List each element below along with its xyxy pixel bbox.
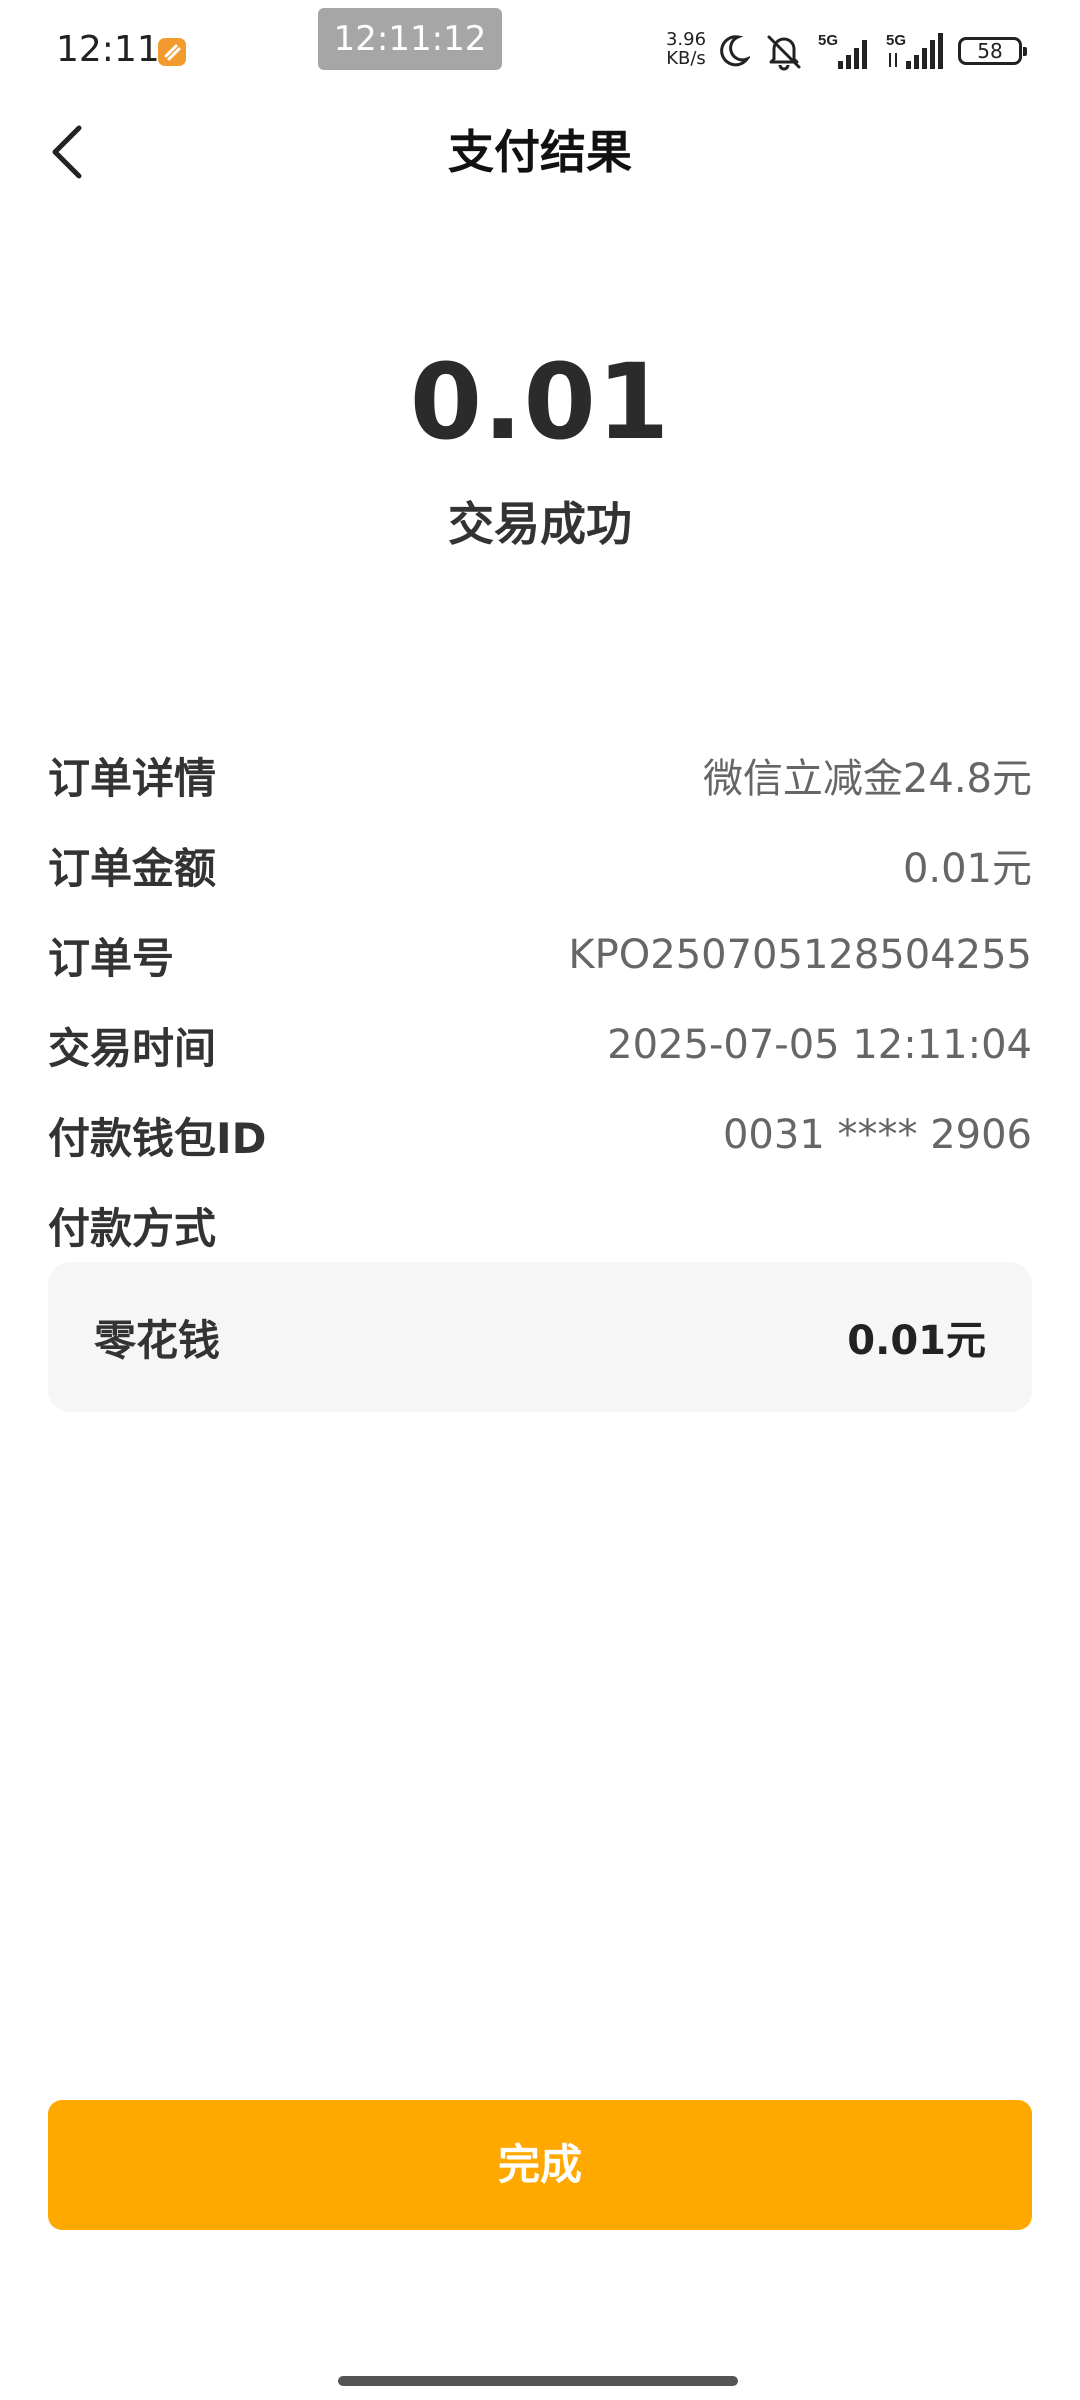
payment-method-name: 零花钱 [94,1315,221,1365]
screen-recording-timer: 12:11:12 [318,8,502,70]
detail-label: 交易时间 [48,1023,217,1073]
detail-value: 0031 **** 2906 [722,1112,1032,1158]
transaction-status: 交易成功 [448,497,632,551]
muted-bell-icon [767,35,801,71]
detail-row-transaction-time: 交易时间 2025-07-05 12:11:04 [48,1000,1032,1090]
signal-1-label: 5G [818,32,838,49]
battery-icon: 58 [958,37,1027,65]
detail-row-payment-method: 付款方式 [48,1180,1032,1270]
detail-row-order-number: 订单号 KPO250705128504255 [48,910,1032,1000]
detail-label: 付款方式 [48,1203,217,1253]
detail-value: 微信立减金24.8元 [702,756,1032,802]
network-speed-unit: KB/s [666,48,706,69]
network-speed: 3.96 KB/s [662,30,710,68]
status-time: 12:11 [56,29,160,70]
detail-value: 2025-07-05 12:11:04 [607,1022,1032,1068]
network-speed-value: 3.96 [665,29,707,50]
payment-method-amount: 0.01元 [847,1318,986,1364]
moon-icon [720,35,750,67]
detail-label: 订单详情 [48,753,217,803]
payment-amount: 0.01 [409,341,671,463]
signal-icon: 5G [818,32,867,69]
payment-method-card: 零花钱 0.01元 [48,1262,1032,1412]
status-icons: 5G 5G 58 [716,26,1027,76]
status-bar: 12:11 12:11:12 3.96 KB/s 5G 5G 58 [0,0,1080,100]
detail-row-wallet-id: 付款钱包ID 0031 **** 2906 [48,1090,1032,1180]
detail-value: 0.01元 [902,846,1032,892]
done-button[interactable]: 完成 [48,2100,1032,2230]
order-details: 订单详情 微信立减金24.8元 订单金额 0.01元 订单号 KPO250705… [48,730,1032,1270]
signal-icon: 5G [886,32,943,69]
detail-label: 订单号 [48,933,175,983]
detail-label: 订单金额 [48,843,217,893]
detail-row-order-details: 订单详情 微信立减金24.8元 [48,730,1032,820]
page-title: 支付结果 [448,125,632,179]
detail-label: 付款钱包ID [48,1113,267,1163]
signal-2-label: 5G [886,32,906,49]
app-notification-icon [158,38,186,66]
detail-row-order-amount: 订单金额 0.01元 [48,820,1032,910]
home-indicator[interactable] [338,2376,738,2386]
detail-value: KPO250705128504255 [568,932,1032,978]
